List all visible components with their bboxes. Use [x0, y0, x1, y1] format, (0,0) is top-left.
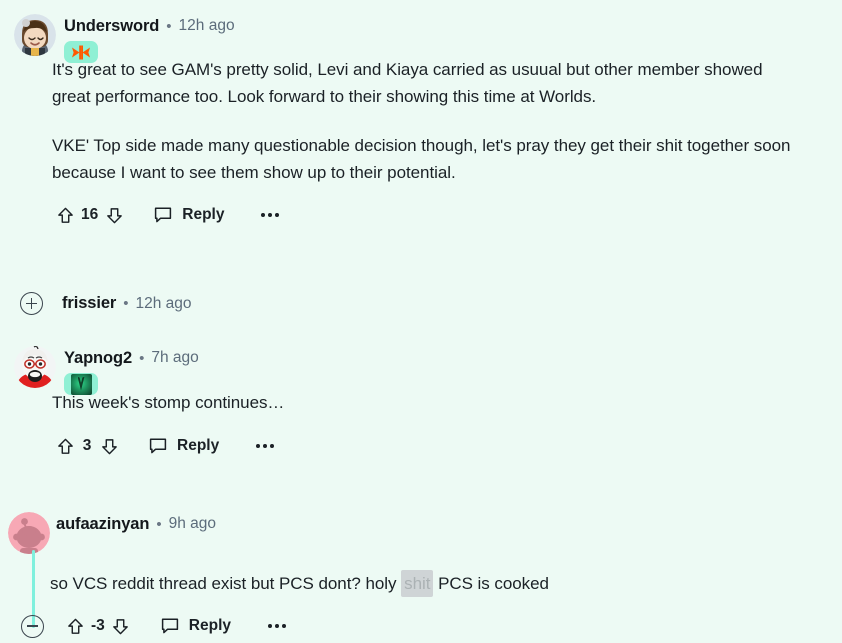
byline-separator: •	[123, 295, 129, 312]
upvote-arrow-icon	[67, 618, 83, 634]
collapse-comment-button[interactable]	[21, 614, 44, 638]
comment-paragraph: so VCS reddit thread exist but PCS dont?…	[50, 570, 802, 597]
comment-author[interactable]: frissier	[62, 294, 116, 313]
comment-action-bar: -3 Reply	[0, 609, 842, 643]
team-logo-icon	[70, 373, 92, 395]
comment-timestamp: 9h ago	[168, 515, 217, 532]
vote-group: -3	[62, 613, 134, 639]
ellipsis-dot-icon	[268, 213, 273, 217]
comment-body: This week's stomp continues…	[0, 389, 842, 416]
comment-undersword: Undersword • 12h ago It's great to see G…	[0, 14, 842, 232]
expand-comment-button[interactable]	[20, 292, 43, 315]
reply-label: Reply	[188, 617, 232, 634]
downvote-arrow-icon	[106, 207, 122, 223]
more-options-button[interactable]	[253, 436, 277, 456]
comment-timestamp: 7h ago	[151, 349, 199, 366]
upvote-button[interactable]	[62, 613, 88, 639]
comment-thread: Undersword • 12h ago It's great to see G…	[0, 0, 842, 641]
ellipsis-dot-icon	[282, 624, 287, 628]
comment-body: so VCS reddit thread exist but PCS dont?…	[0, 570, 842, 597]
downvote-arrow-icon	[101, 438, 117, 454]
comment-byline: Yapnog2 • 7h ago	[64, 346, 199, 370]
comment-paragraph: VKE' Top side made many questionable dec…	[52, 136, 791, 182]
byline-separator: •	[139, 349, 145, 367]
avatar-yapnog2-wrap[interactable]	[14, 346, 56, 388]
comment-bubble-icon	[148, 436, 168, 456]
comment-text-before-spoiler: so VCS reddit thread exist but PCS dont?…	[50, 574, 402, 593]
ellipsis-dot-icon	[270, 444, 275, 448]
comment-timestamp: 12h ago	[178, 17, 235, 34]
comment-bubble-icon	[160, 616, 180, 636]
avatar-yapnog2[interactable]	[14, 346, 56, 388]
comment-author[interactable]: Undersword	[64, 17, 159, 36]
vote-group: 3	[52, 433, 122, 459]
ellipsis-dot-icon	[268, 624, 273, 628]
ellipsis-dot-icon	[275, 213, 280, 217]
ellipsis-dot-icon	[256, 444, 261, 448]
comment-body: It's great to see GAM's pretty solid, Le…	[0, 56, 842, 186]
reply-label: Reply	[177, 437, 220, 454]
comment-frissier-collapsed: frissier • 12h ago	[0, 292, 842, 315]
comment-action-bar: 16 Reply	[0, 198, 842, 232]
comment-text-after-spoiler: PCS is cooked	[433, 574, 549, 593]
comment-header: Yapnog2 • 7h ago	[0, 346, 842, 395]
spoiler-text[interactable]: shit	[401, 570, 434, 597]
downvote-button[interactable]	[96, 433, 122, 459]
more-options-button[interactable]	[258, 205, 282, 225]
downvote-arrow-icon	[113, 618, 129, 634]
avatar-aufaazinyan[interactable]	[8, 512, 50, 554]
avatar-undersword[interactable]	[14, 14, 56, 56]
comment-bubble-icon	[153, 205, 173, 225]
byline-separator: •	[156, 515, 162, 533]
comment-paragraph: This week's stomp continues…	[52, 393, 285, 412]
ellipsis-dot-icon	[261, 213, 266, 217]
upvote-arrow-icon	[57, 207, 73, 223]
byline-separator: •	[166, 17, 172, 35]
downvote-button[interactable]	[101, 202, 127, 228]
upvote-arrow-icon	[57, 438, 73, 454]
comment-header: aufaazinyan • 9h ago	[0, 512, 842, 554]
reply-button[interactable]: Reply	[160, 616, 231, 636]
reply-label: Reply	[182, 206, 225, 223]
reply-button[interactable]: Reply	[148, 436, 219, 456]
comment-action-bar: 3 Reply	[0, 429, 842, 463]
downvote-button[interactable]	[108, 613, 134, 639]
upvote-button[interactable]	[52, 433, 78, 459]
upvote-button[interactable]	[52, 202, 78, 228]
ellipsis-dot-icon	[263, 444, 268, 448]
comment-paragraph: It's great to see GAM's pretty solid, Le…	[52, 60, 763, 106]
comment-byline: aufaazinyan • 9h ago	[56, 512, 217, 536]
comment-author[interactable]: Yapnog2	[64, 349, 132, 368]
vote-group: 16	[52, 202, 127, 228]
reply-button[interactable]: Reply	[153, 205, 224, 225]
avatar-undersword-wrap[interactable]	[14, 14, 56, 56]
comment-aufaazinyan: aufaazinyan • 9h ago so VCS reddit threa…	[0, 512, 842, 643]
vote-score: 3	[82, 437, 92, 454]
comment-byline: Undersword • 12h ago	[64, 14, 235, 38]
comment-yapnog2: Yapnog2 • 7h ago This week's stomp conti…	[0, 346, 842, 463]
more-options-button[interactable]	[265, 616, 289, 636]
vote-score: -3	[91, 617, 105, 634]
avatar-aufaazinyan-wrap[interactable]	[8, 512, 50, 554]
comment-timestamp: 12h ago	[135, 294, 192, 312]
comment-header: Undersword • 12h ago	[0, 14, 842, 63]
ellipsis-dot-icon	[275, 624, 280, 628]
vote-score: 16	[81, 206, 99, 223]
comment-author[interactable]: aufaazinyan	[56, 515, 149, 534]
